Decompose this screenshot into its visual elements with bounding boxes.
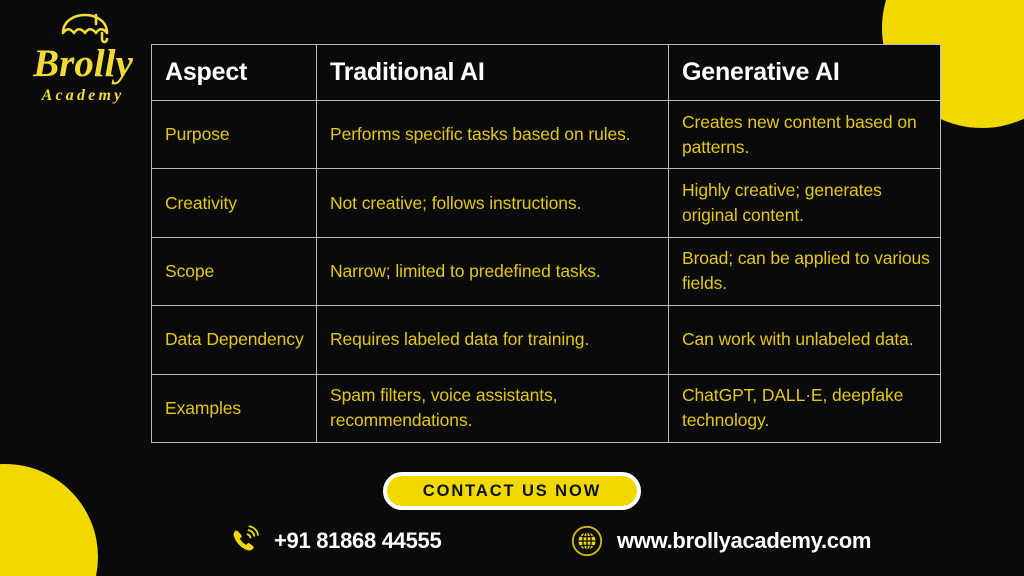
- brand-subtitle: Academy: [41, 87, 125, 104]
- cell-generative: Highly creative; generates original cont…: [668, 168, 941, 238]
- footer: +91 81868 44555 www.brollyacademy.com: [0, 519, 1024, 569]
- cell-aspect: Examples: [151, 373, 317, 443]
- cell-traditional: Performs specific tasks based on rules.: [316, 99, 669, 170]
- phone-ringing-icon: [233, 525, 259, 551]
- cell-generative: Can work with unlabeled data.: [668, 305, 941, 375]
- brand-logo: Brolly Academy: [18, 12, 148, 106]
- umbrella-icon: [61, 13, 109, 44]
- phone-number-text: +91 81868 44555: [274, 528, 442, 553]
- cell-traditional: Requires labeled data for training.: [316, 305, 669, 375]
- table-row: Creativity Not creative; follows instruc…: [151, 168, 941, 238]
- cell-aspect: Purpose: [151, 99, 317, 170]
- cell-generative: Broad; can be applied to various fields.: [668, 236, 941, 307]
- cell-aspect: Scope: [151, 236, 317, 307]
- cell-aspect: Creativity: [151, 168, 317, 238]
- footer-website[interactable]: www.brollyacademy.com: [571, 525, 871, 557]
- table-header-row: Aspect Traditional AI Generative AI: [151, 44, 941, 101]
- cell-traditional: Narrow; limited to predefined tasks.: [316, 236, 669, 307]
- poster-canvas: Brolly Academy Aspect Traditional AI Gen…: [0, 0, 1024, 576]
- contact-us-button[interactable]: CONTACT US NOW: [383, 472, 641, 510]
- globe-icon: [571, 525, 603, 557]
- table-row: Examples Spam filters, voice assistants,…: [151, 373, 941, 443]
- cell-generative: Creates new content based on patterns.: [668, 99, 941, 170]
- table-row: Data Dependency Requires labeled data fo…: [151, 305, 941, 375]
- cell-traditional: Not creative; follows instructions.: [316, 168, 669, 238]
- column-header-aspect: Aspect: [151, 44, 317, 101]
- table-row: Purpose Performs specific tasks based on…: [151, 99, 941, 170]
- cell-aspect: Data Dependency: [151, 305, 317, 375]
- brand-name: Brolly: [33, 42, 133, 85]
- column-header-generative: Generative AI: [668, 44, 941, 101]
- cell-traditional: Spam filters, voice assistants, recommen…: [316, 373, 669, 443]
- comparison-table: Aspect Traditional AI Generative AI Purp…: [151, 44, 941, 443]
- footer-phone[interactable]: +91 81868 44555: [228, 525, 442, 557]
- table-row: Scope Narrow; limited to predefined task…: [151, 236, 941, 307]
- cell-generative: ChatGPT, DALL·E, deepfake technology.: [668, 373, 941, 443]
- column-header-traditional: Traditional AI: [316, 44, 669, 101]
- website-url-text: www.brollyacademy.com: [617, 528, 872, 553]
